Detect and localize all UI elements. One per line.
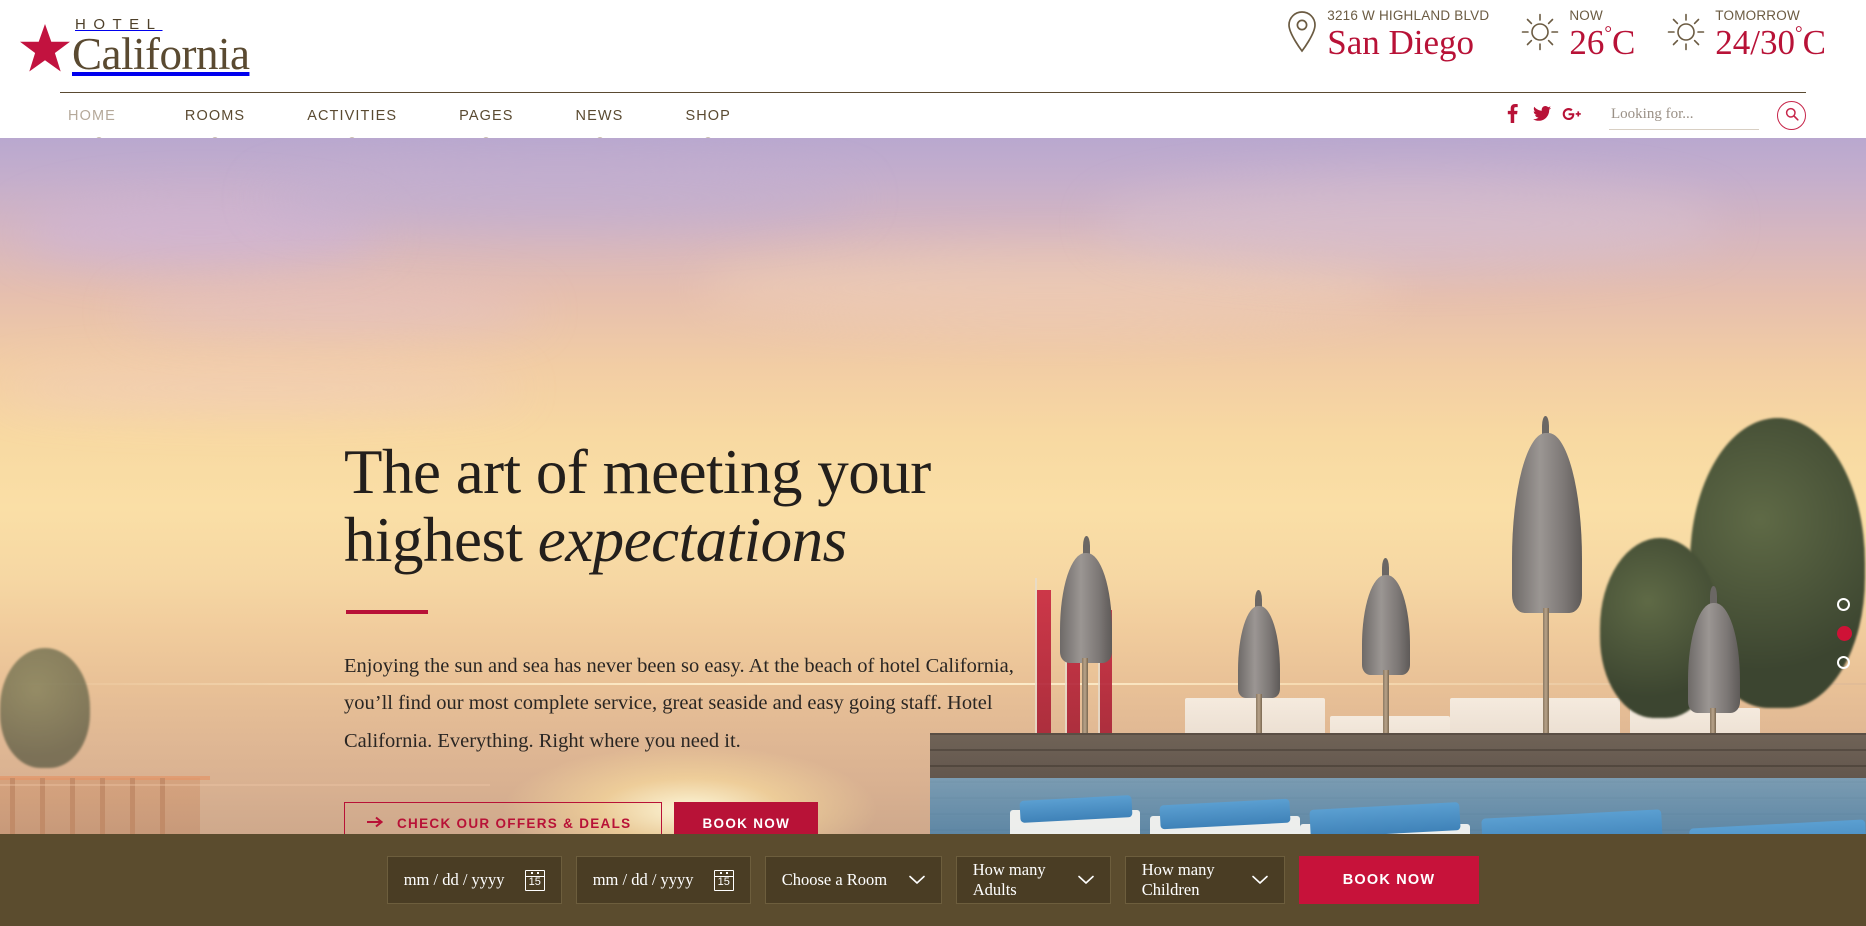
adults-select[interactable]: How many Adults (955, 856, 1111, 904)
nav-item-home[interactable]: HOME (60, 93, 154, 144)
tree-decoration (0, 648, 90, 768)
nav-label: SHOP (685, 107, 731, 124)
calendar-icon-dots (715, 871, 733, 874)
hero-paragraph: Enjoying the sun and sea has never been … (344, 655, 1014, 752)
cloud-decoration (260, 168, 860, 228)
checkin-date-placeholder: mm / dd / yyyy (403, 870, 505, 889)
offers-deals-label: CHECK OUR OFFERS & DEALS (397, 816, 632, 832)
calendar-icon-day: 15 (528, 875, 541, 888)
children-select[interactable]: How many Children (1124, 856, 1285, 904)
header-location: 3216 W HIGHLAND BLVD San Diego (1271, 8, 1505, 62)
slider-dot-2[interactable] (1837, 626, 1852, 641)
header-location-text: 3216 W HIGHLAND BLVD San Diego (1327, 8, 1489, 62)
weather-now-text: NOW 26°C (1569, 8, 1635, 62)
star-icon (18, 22, 72, 76)
calendar-icon-day: 15 (717, 875, 730, 888)
nav-item-activities[interactable]: ACTIVITIES (276, 93, 428, 144)
checkout-date-field[interactable]: mm / dd / yyyy 15 (575, 856, 751, 904)
hero-title: The art of meeting your highest expectat… (344, 438, 1104, 574)
railing-decoration (0, 776, 210, 780)
room-select-label: Choose a Room (781, 870, 888, 889)
children-select-label: How many Children (1141, 860, 1215, 899)
nav-label: PAGES (459, 107, 514, 124)
nav-label: HOME (68, 107, 116, 124)
chevron-down-icon (908, 870, 925, 890)
hero-divider (346, 610, 428, 615)
header-info-group: 3216 W HIGHLAND BLVD San Diego NOW 26°C … (1271, 8, 1842, 62)
checkout-date-placeholder: mm / dd / yyyy (592, 870, 694, 889)
weather-tomorrow-value: 24/30°C (1715, 22, 1826, 62)
nav-label: ACTIVITIES (307, 107, 398, 124)
search-input[interactable] (1609, 101, 1759, 130)
chevron-down-icon (1077, 870, 1094, 890)
hero-slider: The art of meeting your highest expectat… (0, 138, 1866, 926)
nav-label: ROOMS (184, 107, 246, 124)
calendar-icon-dots (526, 871, 544, 874)
header-weather-now: NOW 26°C (1505, 8, 1651, 62)
logo-text: HOTEL California (72, 17, 250, 79)
room-select[interactable]: Choose a Room (764, 856, 942, 904)
nav-list: HOME ROOMS ACTIVITIES PAGES NEWS SHOP (60, 93, 762, 144)
chevron-down-icon (1251, 870, 1268, 890)
nav-item-pages[interactable]: PAGES (428, 93, 544, 144)
nav-label: NEWS (575, 107, 624, 124)
arrow-right-icon (367, 816, 384, 831)
nav-utilities (1497, 101, 1806, 130)
main-navigation: HOME ROOMS ACTIVITIES PAGES NEWS SHOP (60, 92, 1806, 144)
calendar-icon[interactable]: 15 (524, 869, 545, 891)
city-value: San Diego (1327, 22, 1475, 62)
booking-submit-label: BOOK NOW (1342, 872, 1436, 888)
cloud-decoration (120, 288, 540, 334)
hero-content: The art of meeting your highest expectat… (344, 438, 1104, 846)
sun-icon (1667, 13, 1705, 56)
header-weather-tomorrow: TOMORROW 24/30°C (1651, 8, 1842, 62)
nav-item-news[interactable]: NEWS (545, 93, 655, 144)
facebook-icon[interactable] (1497, 104, 1527, 127)
nav-item-shop[interactable]: SHOP (654, 93, 762, 144)
slider-pagination (1837, 598, 1852, 669)
search-icon (1785, 107, 1799, 124)
sun-icon (1521, 13, 1559, 56)
hero-title-line2-plain: highest (344, 505, 538, 576)
booking-submit-button[interactable]: BOOK NOW (1298, 856, 1480, 904)
adults-select-label: How many Adults (972, 860, 1046, 899)
map-pin-icon (1287, 10, 1317, 59)
slider-dot-1[interactable] (1837, 598, 1850, 611)
weather-tomorrow-text: TOMORROW 24/30°C (1715, 8, 1826, 62)
site-logo[interactable]: HOTEL California (18, 16, 255, 76)
weather-now-value: 26°C (1569, 22, 1636, 62)
google-plus-icon[interactable] (1557, 106, 1587, 126)
twitter-icon[interactable] (1527, 105, 1557, 126)
site-header: HOTEL California 3216 W HIGHLAND BLVD Sa… (0, 0, 1866, 92)
cloud-decoration (1100, 178, 1720, 268)
cloud-decoration (0, 368, 520, 408)
checkin-date-field[interactable]: mm / dd / yyyy 15 (386, 856, 562, 904)
search-button[interactable] (1777, 101, 1806, 130)
slider-dot-3[interactable] (1837, 656, 1850, 669)
hero-book-now-label: BOOK NOW (702, 816, 791, 832)
hero-title-line1: The art of meeting your (344, 437, 931, 507)
booking-bar: mm / dd / yyyy 15 mm / dd / yyyy 15 Choo… (0, 834, 1866, 926)
logo-name: California (72, 28, 250, 79)
hero-title-line2-italic: expectations (537, 505, 847, 576)
nav-item-rooms[interactable]: ROOMS (154, 93, 276, 144)
social-links (1497, 104, 1587, 127)
calendar-icon[interactable]: 15 (713, 869, 734, 891)
